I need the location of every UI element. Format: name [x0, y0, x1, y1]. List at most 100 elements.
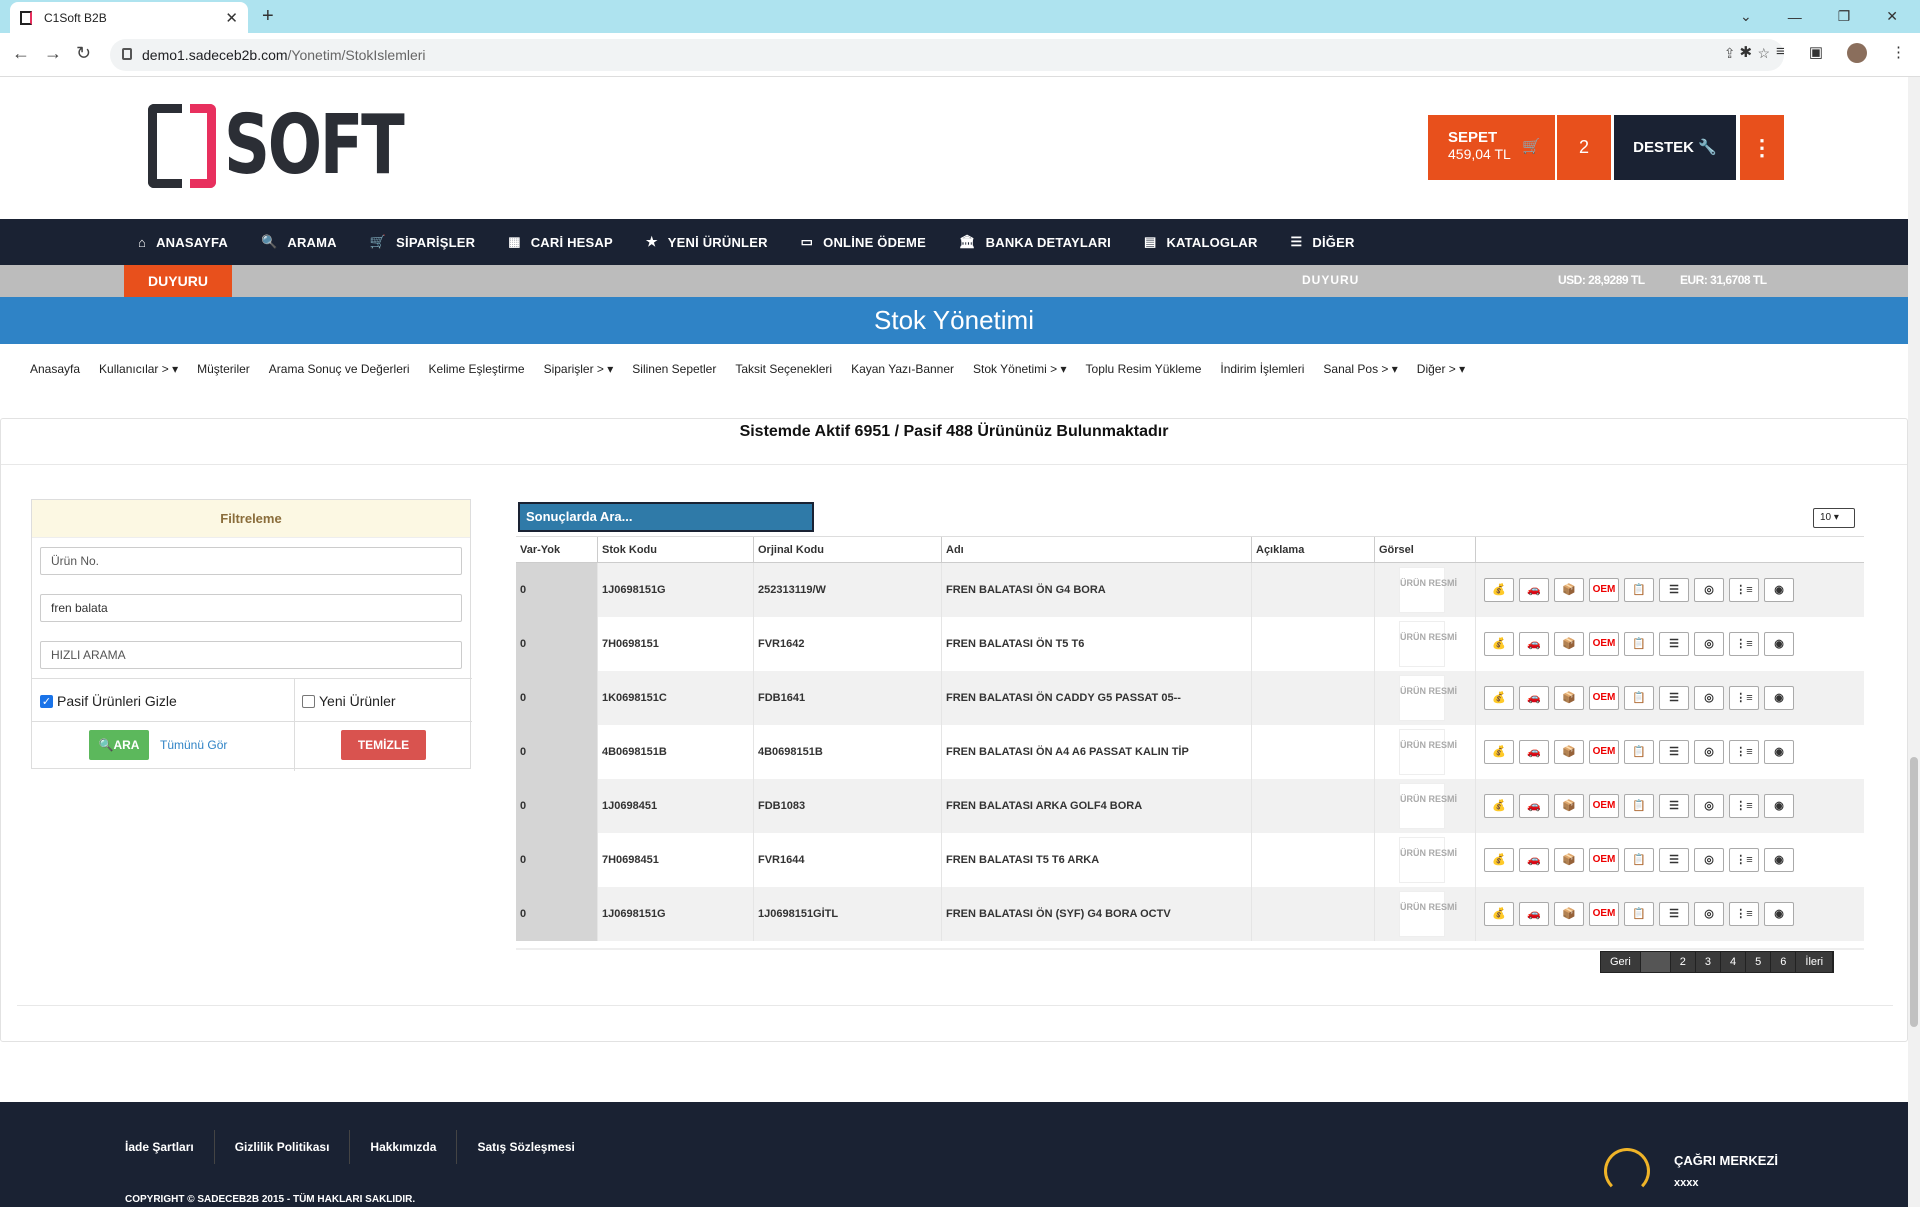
footer-link[interactable]: Gizlilik Politikası: [213, 1130, 350, 1164]
globe-icon[interactable]: ◉: [1764, 902, 1794, 926]
column-header[interactable]: Görsel: [1375, 537, 1476, 562]
subnav-item[interactable]: Arama Sonuç ve Değerleri: [269, 362, 410, 376]
subnav-item[interactable]: İndirim İşlemleri: [1220, 362, 1304, 376]
globe-icon[interactable]: ◉: [1764, 794, 1794, 818]
box-icon[interactable]: 📦: [1554, 794, 1584, 818]
back-icon[interactable]: ←: [12, 43, 30, 64]
share-icon[interactable]: ⇪: [1724, 45, 1736, 62]
cart-button[interactable]: SEPET 459,04 TL 🛒: [1428, 115, 1555, 180]
search-button[interactable]: 🔍ARA: [89, 730, 149, 760]
list-icon[interactable]: ☰: [1659, 902, 1689, 926]
table-row[interactable]: 0 4B0698151B 4B0698151B FREN BALATASI ÖN A4…: [516, 725, 1864, 779]
car-icon[interactable]: 🚗: [1519, 848, 1549, 872]
pager-prev-button[interactable]: Geri: [1601, 952, 1641, 972]
coins-icon[interactable]: 💰: [1484, 632, 1514, 656]
clipboard-icon[interactable]: 📋: [1624, 632, 1654, 656]
pager-page-button[interactable]: 4: [1721, 952, 1747, 972]
scrollbar-thumb[interactable]: [1910, 757, 1918, 1027]
car-icon[interactable]: 🚗: [1519, 578, 1549, 602]
pager-page-button[interactable]: 3: [1696, 952, 1722, 972]
forward-icon[interactable]: →: [44, 43, 62, 64]
car-icon[interactable]: 🚗: [1519, 740, 1549, 764]
minimize-icon[interactable]: —: [1788, 9, 1802, 25]
column-header[interactable]: Stok Kodu: [598, 537, 754, 562]
oem-icon[interactable]: OEM: [1589, 740, 1619, 764]
media-icon[interactable]: ≡: [1776, 43, 1785, 63]
box-icon[interactable]: 📦: [1554, 578, 1584, 602]
car-icon[interactable]: 🚗: [1519, 902, 1549, 926]
list-icon[interactable]: ☰: [1659, 740, 1689, 764]
box-icon[interactable]: 📦: [1554, 686, 1584, 710]
table-row[interactable]: 0 1K0698151C FDB1641 FREN BALATASI ÖN CADDY…: [516, 671, 1864, 725]
list-icon[interactable]: ☰: [1659, 848, 1689, 872]
subnav-item[interactable]: Kayan Yazı-Banner: [851, 362, 954, 376]
page-scrollbar[interactable]: [1908, 77, 1920, 1207]
product-image-placeholder[interactable]: ÜRÜN RESMİ: [1399, 675, 1457, 721]
tag-icon[interactable]: ◎: [1694, 686, 1724, 710]
quick-search-input[interactable]: HIZLI ARAMA: [40, 641, 462, 669]
pager-page-button[interactable]: 5: [1746, 952, 1772, 972]
c1soft-logo[interactable]: SOFT: [148, 104, 453, 188]
subnav-item[interactable]: Toplu Resim Yükleme: [1086, 362, 1202, 376]
column-header[interactable]: Orjinal Kodu: [754, 537, 942, 562]
coins-icon[interactable]: 💰: [1484, 848, 1514, 872]
nav-item-2[interactable]: 🛒 SİPARİŞLER: [370, 234, 475, 250]
nav-item-4[interactable]: ★ YENİ ÜRÜNLER: [646, 234, 768, 250]
globe-icon[interactable]: ◉: [1764, 578, 1794, 602]
menu-kebab-icon[interactable]: ⋮: [1891, 43, 1906, 63]
nav-item-5[interactable]: ▭ ONLİNE ÖDEME: [801, 234, 926, 250]
oem-icon[interactable]: OEM: [1589, 848, 1619, 872]
tag-icon[interactable]: ◎: [1694, 740, 1724, 764]
product-image-placeholder[interactable]: ÜRÜN RESMİ: [1399, 783, 1457, 829]
tag-icon[interactable]: ◎: [1694, 848, 1724, 872]
clipboard-icon[interactable]: 📋: [1624, 686, 1654, 710]
restore-icon[interactable]: ❐: [1838, 8, 1851, 25]
tree-icon[interactable]: ⋮≡: [1729, 848, 1759, 872]
pager-page-button[interactable]: 6: [1771, 952, 1797, 972]
globe-icon[interactable]: ◉: [1764, 632, 1794, 656]
list-icon[interactable]: ☰: [1659, 578, 1689, 602]
table-row[interactable]: 0 7H0698451 FVR1644 FREN BALATASI T5 T6 ARK…: [516, 833, 1864, 887]
tree-icon[interactable]: ⋮≡: [1729, 902, 1759, 926]
nav-item-1[interactable]: 🔍 ARAMA: [261, 234, 337, 250]
clipboard-icon[interactable]: 📋: [1624, 902, 1654, 926]
sidebar-icon[interactable]: ▣: [1809, 43, 1823, 63]
box-icon[interactable]: 📦: [1554, 902, 1584, 926]
extensions-icon[interactable]: ✱: [1739, 43, 1752, 63]
clear-button[interactable]: TEMİZLE: [341, 730, 426, 760]
tree-icon[interactable]: ⋮≡: [1729, 632, 1759, 656]
show-all-link[interactable]: Tümünü Gör: [160, 738, 227, 752]
car-icon[interactable]: 🚗: [1519, 632, 1549, 656]
nav-item-3[interactable]: ▦ CARİ HESAP: [508, 234, 613, 250]
product-image-placeholder[interactable]: ÜRÜN RESMİ: [1399, 891, 1457, 937]
box-icon[interactable]: 📦: [1554, 740, 1584, 764]
clipboard-icon[interactable]: 📋: [1624, 848, 1654, 872]
page-size-select[interactable]: 10 ▾: [1813, 508, 1855, 528]
results-search-input[interactable]: Sonuçlarda Ara...: [518, 502, 814, 532]
coins-icon[interactable]: 💰: [1484, 902, 1514, 926]
pager-next-button[interactable]: İleri: [1796, 952, 1834, 972]
coins-icon[interactable]: 💰: [1484, 740, 1514, 764]
subnav-item[interactable]: Kullanıcılar > ▾: [99, 362, 178, 376]
product-image-placeholder[interactable]: ÜRÜN RESMİ: [1399, 729, 1457, 775]
hide-passive-checkbox[interactable]: ✓ Pasif Ürünleri Gizle: [40, 693, 177, 709]
subnav-item[interactable]: Stok Yönetimi > ▾: [973, 362, 1067, 376]
coins-icon[interactable]: 💰: [1484, 686, 1514, 710]
nav-item-6[interactable]: 🏛 BANKA DETAYLARI: [959, 234, 1111, 250]
subnav-item[interactable]: Kelime Eşleştirme: [429, 362, 525, 376]
new-products-checkbox[interactable]: Yeni Ürünler: [302, 693, 396, 709]
tag-icon[interactable]: ◎: [1694, 902, 1724, 926]
oem-icon[interactable]: OEM: [1589, 902, 1619, 926]
globe-icon[interactable]: ◉: [1764, 740, 1794, 764]
tag-icon[interactable]: ◎: [1694, 632, 1724, 656]
subnav-item[interactable]: Siparişler > ▾: [544, 362, 614, 376]
tree-icon[interactable]: ⋮≡: [1729, 794, 1759, 818]
nav-item-7[interactable]: ▤ KATALOGLAR: [1144, 234, 1258, 250]
close-tab-icon[interactable]: ✕: [225, 9, 238, 27]
cart-count-badge[interactable]: 2: [1557, 115, 1611, 180]
profile-avatar[interactable]: [1847, 43, 1867, 63]
footer-link[interactable]: İade Şartları: [125, 1130, 214, 1164]
pager-current-page[interactable]: [1640, 952, 1671, 972]
more-menu-button[interactable]: ⋮: [1740, 115, 1784, 180]
column-header[interactable]: [1476, 537, 1864, 562]
